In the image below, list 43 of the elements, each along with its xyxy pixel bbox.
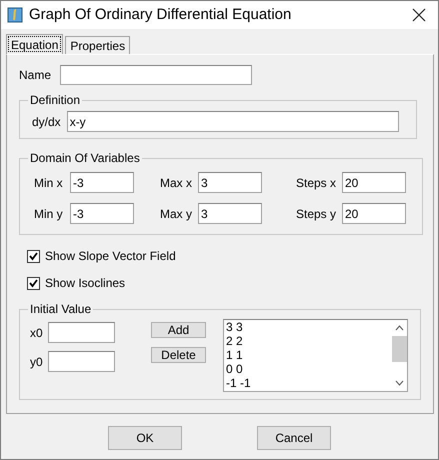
list-item[interactable]: 2 2: [226, 334, 391, 348]
field-label: x0: [30, 324, 42, 342]
input-field[interactable]: x-y: [66, 111, 399, 132]
list-item[interactable]: 1 1: [226, 348, 391, 362]
close-icon[interactable]: [412, 8, 426, 22]
checkbox-label: Show Slope Vector Field: [45, 248, 176, 265]
window-title: Graph Of Ordinary Differential Equation: [29, 4, 292, 25]
input-field[interactable]: 3: [198, 172, 262, 193]
input-field[interactable]: [60, 65, 252, 85]
button[interactable]: Cancel: [257, 426, 331, 450]
button[interactable]: Delete: [151, 347, 206, 363]
app-icon: [7, 7, 23, 23]
field-label: Max y: [159, 206, 194, 222]
input-field[interactable]: -3: [70, 172, 134, 193]
input-field[interactable]: 20: [342, 203, 406, 224]
list-item[interactable]: -1 -1: [226, 376, 391, 390]
field-label: Max x: [159, 174, 194, 192]
list-item[interactable]: 3 3: [226, 320, 391, 334]
field-label: y0: [30, 354, 42, 370]
field-label: Steps y: [295, 206, 338, 222]
list-box[interactable]: 3 3 2 2 1 1 0 0 -1 -1: [223, 319, 408, 392]
button[interactable]: Add: [151, 322, 206, 338]
input-field[interactable]: [48, 322, 115, 343]
checkbox[interactable]: [27, 250, 40, 262]
button[interactable]: OK: [108, 426, 182, 450]
tab[interactable]: Properties: [65, 36, 130, 54]
checkbox[interactable]: [27, 276, 40, 290]
field-label: Min y: [33, 206, 64, 222]
group-title: Definition: [29, 92, 82, 109]
input-field[interactable]: 3: [198, 203, 262, 224]
group-title: Domain Of Variables: [29, 150, 141, 167]
tab[interactable]: Equation: [6, 34, 64, 54]
field-label: Min x: [33, 174, 64, 192]
field-label: Name: [19, 67, 52, 84]
field-label: dy/dx: [32, 114, 61, 130]
list-item[interactable]: 0 0: [226, 362, 391, 376]
group-title: Initial Value: [29, 301, 92, 318]
scrollbar-thumb[interactable]: [392, 336, 406, 362]
input-field[interactable]: 20: [342, 172, 406, 193]
input-field[interactable]: -3: [70, 203, 134, 224]
checkbox-label: Show Isoclines: [45, 275, 126, 292]
field-label: Steps x: [295, 174, 338, 192]
input-field[interactable]: [48, 351, 115, 372]
